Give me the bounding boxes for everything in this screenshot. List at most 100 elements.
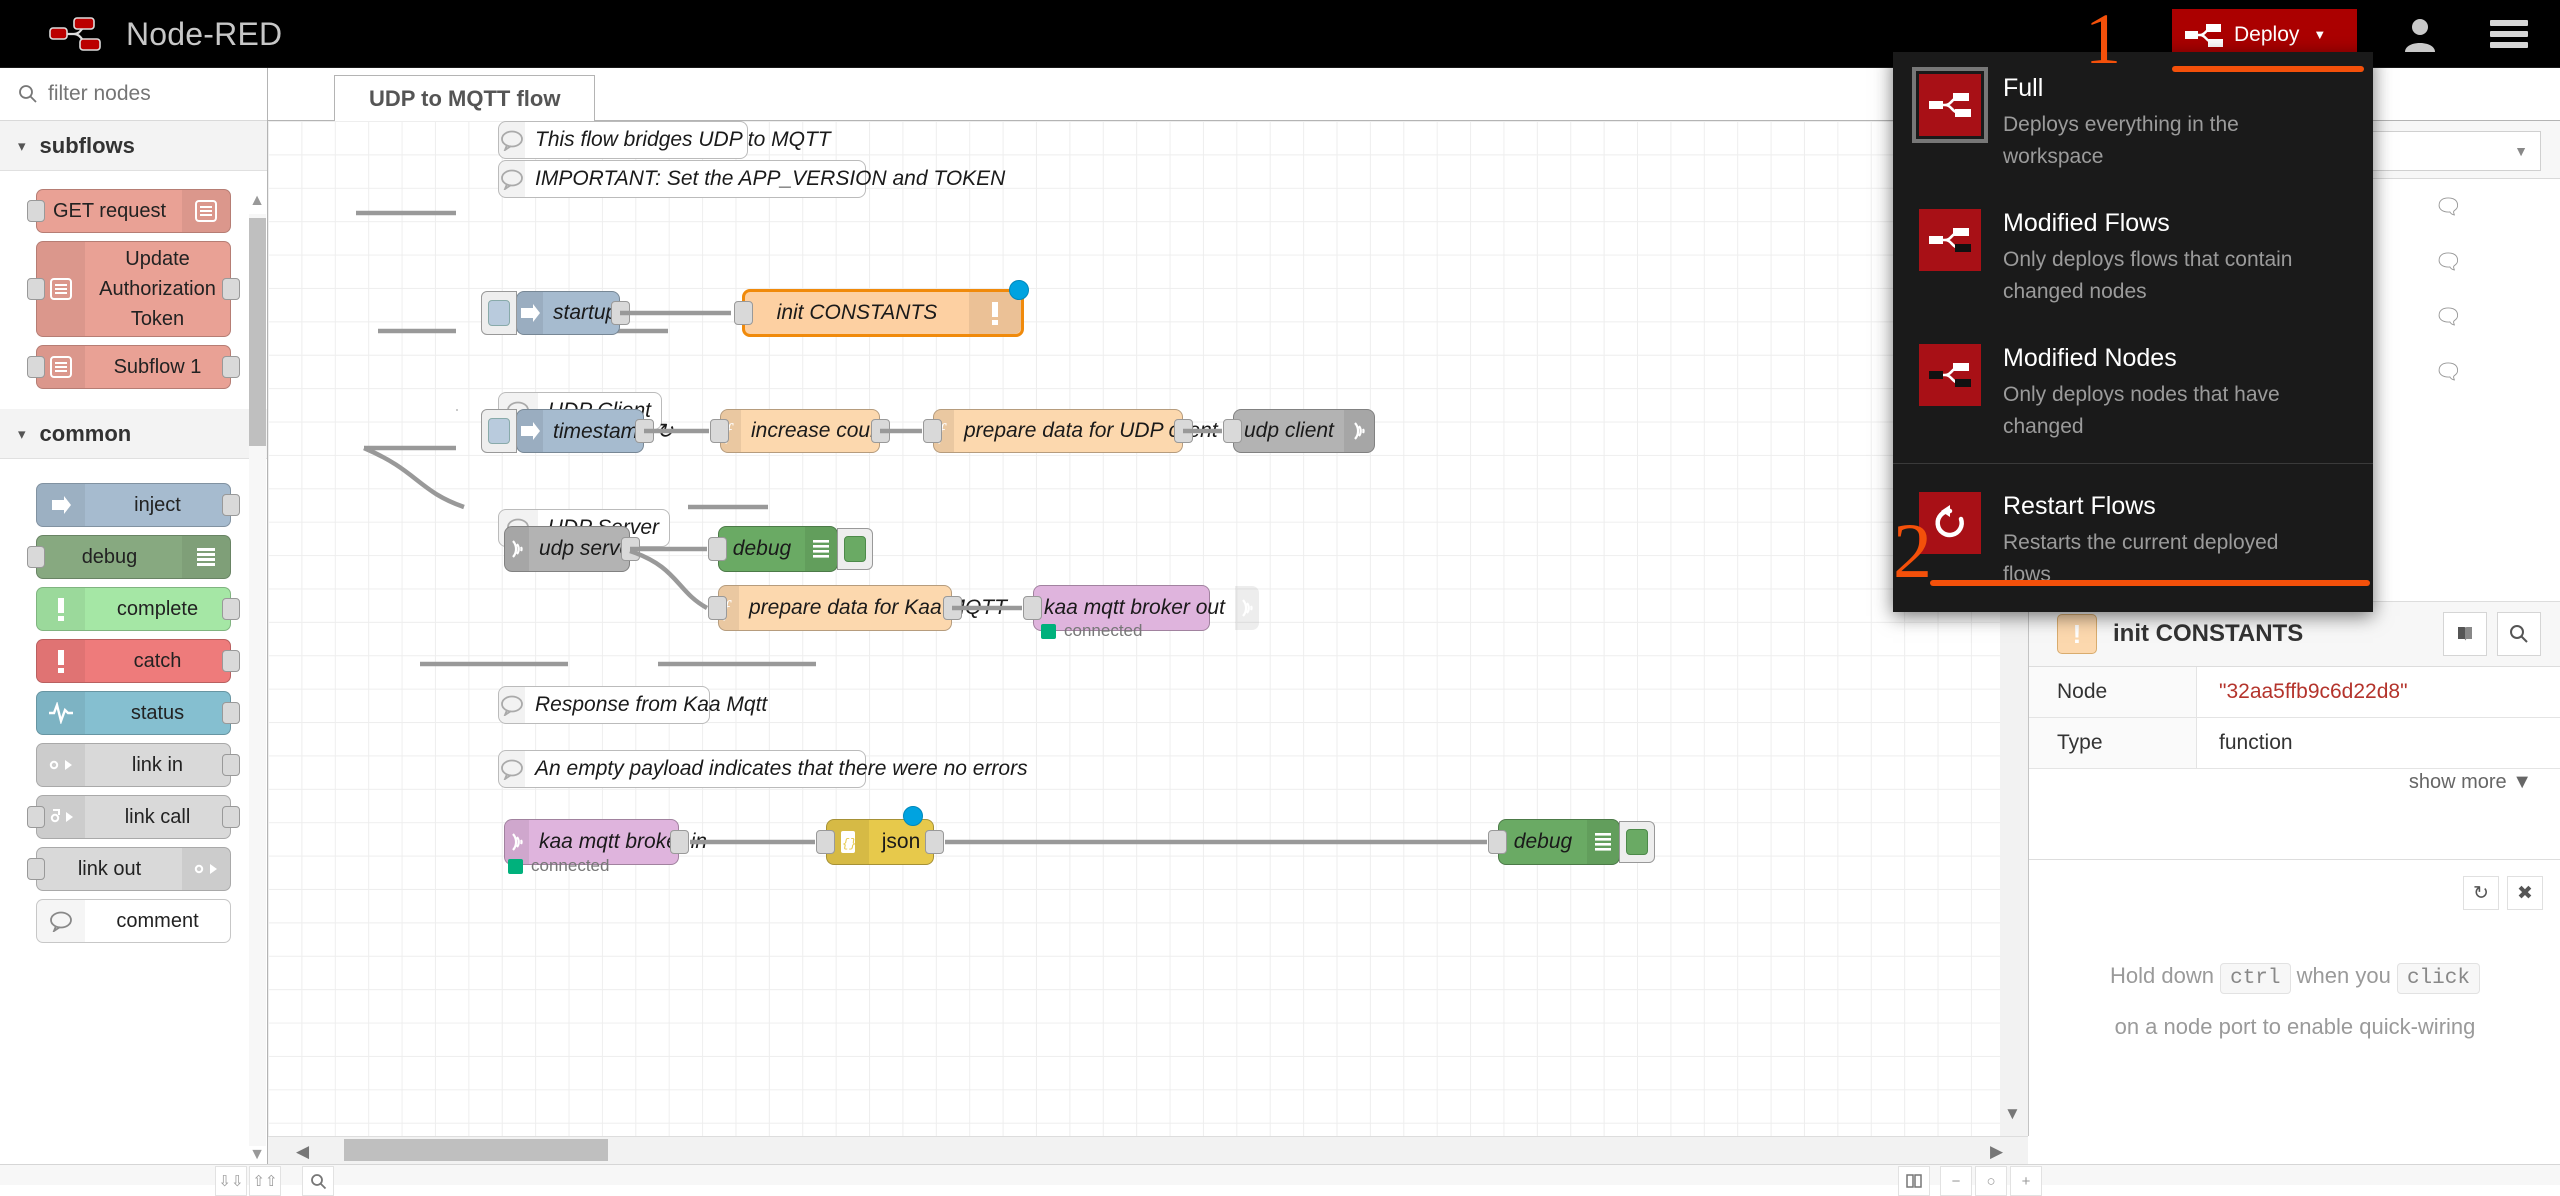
node-input-port[interactable] bbox=[1023, 596, 1042, 620]
node-debug-1[interactable]: debug bbox=[708, 526, 873, 572]
node-timestamp[interactable]: timestamp ↻ bbox=[481, 409, 673, 453]
search-icon[interactable] bbox=[302, 1166, 334, 1196]
node-input-port[interactable] bbox=[1223, 419, 1242, 443]
show-more-button[interactable]: show more ▼ bbox=[2409, 771, 2532, 794]
chevron-down-icon[interactable]: ▼ bbox=[246, 1146, 268, 1166]
palette-node-subflow-1[interactable]: Subflow 1 bbox=[27, 345, 240, 389]
node-prepare-data-for-kaa-mqtt[interactable]: f prepare data for Kaa MQTT bbox=[708, 585, 1007, 631]
node-output-port[interactable] bbox=[925, 830, 944, 854]
palette-node-comment[interactable]: comment bbox=[36, 899, 231, 943]
palette-node-get-request[interactable]: GET request bbox=[27, 189, 231, 233]
eye-slash-icon[interactable]: 🗨 bbox=[2434, 249, 2462, 275]
node-init-constants[interactable]: init CONSTANTS bbox=[734, 280, 1029, 337]
palette-node-link-in[interactable]: link in bbox=[36, 743, 240, 787]
palette-node-label: Subflow 1 bbox=[113, 355, 202, 378]
node-input-port[interactable] bbox=[923, 419, 942, 443]
node-output-port[interactable] bbox=[1174, 419, 1193, 443]
inject-trigger-button[interactable] bbox=[481, 409, 517, 453]
debug-toggle-button[interactable] bbox=[1619, 821, 1655, 863]
node-output-port[interactable] bbox=[222, 754, 240, 776]
palette-node-link-call[interactable]: link call bbox=[27, 795, 240, 839]
node-output-port[interactable] bbox=[611, 301, 630, 325]
deploy-dropdown-menu[interactable]: Full Deploys everything in the workspace… bbox=[1893, 52, 2373, 612]
palette-node-link-out[interactable]: link out bbox=[27, 847, 231, 891]
node-input-port[interactable] bbox=[710, 419, 729, 443]
search-icon[interactable] bbox=[2497, 612, 2541, 656]
refresh-icon[interactable]: ↻ bbox=[2463, 876, 2499, 910]
node-output-port[interactable] bbox=[222, 356, 240, 378]
tips-text: Hold down ctrl when you click on a node … bbox=[2029, 952, 2560, 1051]
node-input-port[interactable] bbox=[816, 830, 835, 854]
node-input-port[interactable] bbox=[708, 537, 727, 561]
node-output-port[interactable] bbox=[222, 650, 240, 672]
palette-node-complete[interactable]: complete bbox=[36, 587, 240, 631]
node-input-port[interactable] bbox=[734, 301, 753, 325]
node-increase-count[interactable]: f increase count bbox=[710, 409, 890, 453]
plus-icon[interactable]: + bbox=[2010, 1166, 2042, 1196]
node-output-port[interactable] bbox=[670, 830, 689, 854]
comment-node-response-from-kaa[interactable]: Response from Kaa Mqtt bbox=[498, 686, 767, 724]
node-output-port[interactable] bbox=[222, 806, 240, 828]
palette-common-body: inject debug complete catch status link … bbox=[0, 459, 267, 963]
node-input-port[interactable] bbox=[27, 356, 45, 378]
book-icon[interactable] bbox=[2443, 612, 2487, 656]
tab-udp-to-mqtt-flow[interactable]: UDP to MQTT flow bbox=[334, 75, 596, 122]
node-output-port[interactable] bbox=[943, 596, 962, 620]
node-json[interactable]: {} json bbox=[816, 806, 944, 865]
palette-node-catch[interactable]: catch bbox=[36, 639, 240, 683]
user-icon[interactable] bbox=[2400, 14, 2440, 54]
deploy-menu-item-full[interactable]: Full Deploys everything in the workspace bbox=[1893, 52, 2373, 187]
node-input-port[interactable] bbox=[27, 546, 45, 568]
palette-node-inject[interactable]: inject bbox=[36, 483, 240, 527]
minus-icon[interactable]: − bbox=[1940, 1166, 1972, 1196]
chevron-up-icon[interactable]: ▲ bbox=[246, 192, 268, 212]
inject-trigger-button[interactable] bbox=[481, 291, 517, 335]
close-icon[interactable]: ✖ bbox=[2507, 876, 2543, 910]
node-output-port[interactable] bbox=[222, 494, 240, 516]
debug-toggle-button[interactable] bbox=[837, 528, 873, 570]
collapse-all-button[interactable]: ⇩⇩ bbox=[215, 1166, 247, 1196]
svg-text:{}: {} bbox=[842, 837, 856, 851]
node-udp-client[interactable]: udp client bbox=[1223, 409, 1375, 453]
palette-node-status[interactable]: status bbox=[36, 691, 240, 735]
node-input-port[interactable] bbox=[27, 278, 45, 300]
eye-slash-icon[interactable]: 🗨 bbox=[2434, 359, 2462, 385]
node-output-port[interactable] bbox=[222, 702, 240, 724]
book-icon[interactable] bbox=[1898, 1166, 1930, 1196]
comment-node-important[interactable]: IMPORTANT: Set the APP_VERSION and TOKEN bbox=[498, 160, 1005, 198]
circle-icon[interactable]: ○ bbox=[1975, 1166, 2007, 1196]
search-input[interactable] bbox=[48, 82, 238, 106]
comment-node-empty-payload[interactable]: An empty payload indicates that there we… bbox=[498, 750, 1028, 788]
palette-node-debug[interactable]: debug bbox=[27, 535, 231, 579]
palette-node-update-authorization-token[interactable]: Update Authorization Token bbox=[27, 241, 240, 337]
scroll-left-icon[interactable]: ◀ bbox=[296, 1142, 309, 1162]
deploy-menu-item-modified-flows[interactable]: Modified Flows Only deploys flows that c… bbox=[1893, 187, 2373, 322]
eye-slash-icon[interactable]: 🗨 bbox=[2434, 304, 2462, 330]
node-startup[interactable]: startup ¹ bbox=[481, 291, 630, 335]
node-prepare-data-for-udp-client[interactable]: f prepare data for UDP client bbox=[923, 409, 1218, 453]
deploy-menu-item-modified-nodes[interactable]: Modified Nodes Only deploys nodes that h… bbox=[1893, 322, 2373, 457]
node-output-port[interactable] bbox=[635, 419, 654, 443]
node-output-port[interactable] bbox=[222, 278, 240, 300]
scroll-right-icon[interactable]: ▶ bbox=[1990, 1142, 2003, 1162]
comment-node-this-flow-bridges[interactable]: This flow bridges UDP to MQTT bbox=[498, 121, 831, 159]
node-output-port[interactable] bbox=[871, 419, 890, 443]
expand-all-button[interactable]: ⇧⇧ bbox=[249, 1166, 281, 1196]
node-input-port[interactable] bbox=[708, 596, 727, 620]
node-output-port[interactable] bbox=[222, 598, 240, 620]
canvas-hscroll-thumb[interactable] bbox=[344, 1139, 608, 1161]
eye-slash-icon[interactable]: 🗨 bbox=[2434, 194, 2462, 220]
node-output-port[interactable] bbox=[621, 537, 640, 561]
node-input-port[interactable] bbox=[27, 200, 45, 222]
palette-category-common[interactable]: ▾ common bbox=[0, 409, 267, 459]
node-udp-server[interactable]: udp server bbox=[504, 526, 640, 572]
node-input-port[interactable] bbox=[27, 806, 45, 828]
node-debug-2[interactable]: debug bbox=[1488, 819, 1655, 865]
hamburger-menu-icon[interactable] bbox=[2490, 20, 2528, 48]
node-input-port[interactable] bbox=[27, 858, 45, 880]
palette-category-subflows[interactable]: ▾ subflows bbox=[0, 121, 267, 171]
node-input-port[interactable] bbox=[1488, 830, 1507, 854]
flow-canvas[interactable]: This flow bridges UDP to MQTT IMPORTANT:… bbox=[268, 121, 2028, 1136]
palette-scrollbar-thumb[interactable] bbox=[249, 218, 266, 446]
scroll-down-icon[interactable]: ▼ bbox=[2004, 1104, 2021, 1124]
